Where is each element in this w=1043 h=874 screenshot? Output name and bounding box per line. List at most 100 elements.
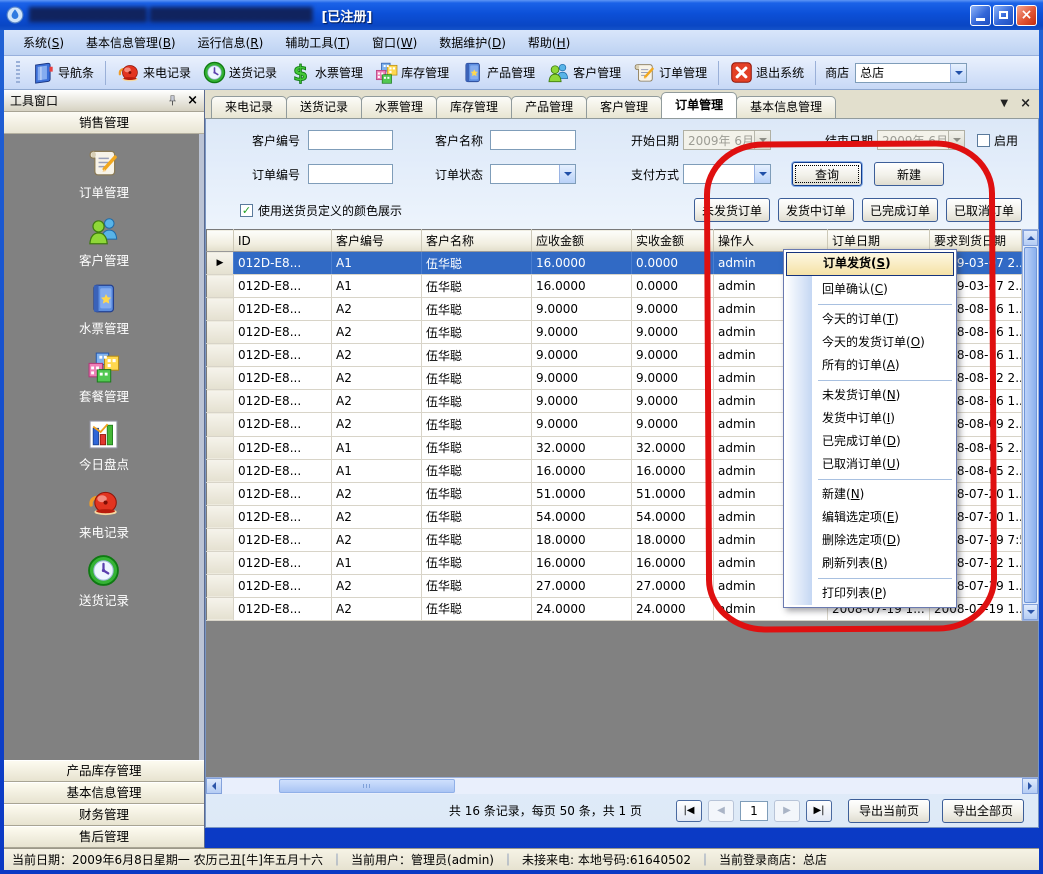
tab-5[interactable]: 客户管理: [586, 96, 662, 118]
sidebar-item-product-book[interactable]: 水票管理: [79, 282, 129, 337]
payment-combo[interactable]: [683, 164, 771, 184]
sidebar-item-customer-people[interactable]: 客户管理: [79, 214, 129, 269]
order-status-filter-button-1[interactable]: 发货中订单: [778, 198, 854, 222]
column-header-2[interactable]: 客户编号: [332, 230, 422, 252]
toolbar-inventory-grid[interactable]: 库存管理: [369, 59, 455, 86]
sidebar-item-call-bell[interactable]: 来电记录: [79, 486, 129, 541]
scroll-right-icon[interactable]: [1022, 778, 1038, 794]
first-page-button[interactable]: |◀: [676, 800, 702, 822]
end-date-picker[interactable]: 2009年 6月 8日: [877, 130, 965, 150]
tab-close-icon[interactable]: ×: [1020, 96, 1031, 111]
toolbar-navigator-book[interactable]: 导航条: [26, 59, 100, 86]
context-menu-item-12[interactable]: 新建(N): [786, 483, 954, 506]
row-selector-cell[interactable]: [207, 459, 234, 482]
menubar-item-W[interactable]: 窗口(W): [361, 31, 428, 55]
row-selector-cell[interactable]: [207, 321, 234, 344]
customer-no-input[interactable]: [308, 130, 393, 150]
tab-list-dropdown-icon[interactable]: ▼: [1000, 98, 1008, 109]
pushpin-icon[interactable]: [166, 94, 179, 107]
context-menu-item-8[interactable]: 发货中订单(I): [786, 407, 954, 430]
sidebar-section-0[interactable]: 产品库存管理: [4, 760, 204, 782]
row-selector-cell[interactable]: [207, 367, 234, 390]
sidebar-item-order-scroll[interactable]: 订单管理: [79, 146, 129, 201]
vertical-scrollbar[interactable]: [1022, 229, 1039, 621]
sidebar-section-1[interactable]: 基本信息管理: [4, 782, 204, 804]
context-menu-item-9[interactable]: 已完成订单(D): [786, 430, 954, 453]
column-header-4[interactable]: 应收金额: [532, 230, 632, 252]
sidebar-section-3[interactable]: 售后管理: [4, 826, 204, 848]
minimize-button-icon[interactable]: [970, 5, 991, 26]
column-header-0[interactable]: [207, 230, 234, 252]
row-selector-cell[interactable]: [207, 482, 234, 505]
tab-1[interactable]: 送货记录: [286, 96, 362, 118]
horizontal-scroll-thumb[interactable]: [279, 779, 455, 793]
context-menu-item-3[interactable]: 今天的订单(T): [786, 308, 954, 331]
context-menu-item-14[interactable]: 删除选定项(D): [786, 529, 954, 552]
customer-name-input[interactable]: [490, 130, 576, 150]
scroll-down-icon[interactable]: [1023, 604, 1038, 620]
new-button[interactable]: 新建: [874, 162, 944, 186]
row-selector-cell[interactable]: [207, 505, 234, 528]
row-selector-cell[interactable]: [207, 528, 234, 551]
menubar-item-T[interactable]: 辅助工具(T): [274, 31, 361, 55]
page-number-input[interactable]: [740, 801, 768, 821]
toolbar-customer-people[interactable]: 客户管理: [541, 59, 627, 86]
order-status-filter-button-3[interactable]: 已取消订单: [946, 198, 1022, 222]
row-selector-cell[interactable]: [207, 298, 234, 321]
tab-7[interactable]: 基本信息管理: [736, 96, 836, 118]
tool-window-close-icon[interactable]: ×: [187, 94, 198, 107]
scroll-left-icon[interactable]: [206, 778, 222, 794]
close-button-icon[interactable]: ×: [1016, 5, 1037, 26]
column-header-3[interactable]: 客户名称: [422, 230, 532, 252]
menubar-item-S[interactable]: 系统(S): [12, 31, 75, 55]
row-selector-cell[interactable]: [207, 275, 234, 298]
next-page-button[interactable]: ▶: [774, 800, 800, 822]
menubar-item-R[interactable]: 运行信息(R): [187, 31, 275, 55]
tab-2[interactable]: 水票管理: [361, 96, 437, 118]
row-selector-cell[interactable]: [207, 413, 234, 436]
query-button[interactable]: 查询: [792, 162, 862, 186]
menubar-item-H[interactable]: 帮助(H): [517, 31, 581, 55]
tab-3[interactable]: 库存管理: [436, 96, 512, 118]
toolbar-delivery-clock[interactable]: 送货记录: [197, 59, 283, 86]
start-date-picker[interactable]: 2009年 6月 8日: [683, 130, 771, 150]
column-header-5[interactable]: 实收金额: [632, 230, 714, 252]
sidebar-scrollbar[interactable]: [199, 134, 204, 760]
row-selector-cell[interactable]: [207, 390, 234, 413]
color-display-checkbox[interactable]: ✓: [240, 204, 253, 217]
prev-page-button[interactable]: ◀: [708, 800, 734, 822]
context-menu-item-13[interactable]: 编辑选定项(E): [786, 506, 954, 529]
sidebar-item-stock-chart[interactable]: 今日盘点: [79, 418, 129, 473]
export-all-pages-button[interactable]: 导出全部页: [942, 799, 1024, 823]
sidebar-item-delivery-clock[interactable]: 送货记录: [79, 554, 129, 609]
context-menu-item-7[interactable]: 未发货订单(N): [786, 384, 954, 407]
menubar-item-B[interactable]: 基本信息管理(B): [75, 31, 187, 55]
order-status-filter-button-2[interactable]: 已完成订单: [862, 198, 938, 222]
scroll-up-icon[interactable]: [1023, 230, 1038, 246]
context-menu-item-10[interactable]: 已取消订单(U): [786, 453, 954, 476]
sidebar-section-sales[interactable]: 销售管理: [4, 112, 204, 134]
enable-checkbox[interactable]: [977, 134, 990, 147]
row-selector-cell[interactable]: [207, 436, 234, 459]
context-menu-item-0[interactable]: 订单发货(S): [786, 252, 954, 276]
order-status-filter-button-0[interactable]: 未发货订单: [694, 198, 770, 222]
toolbar-call-bell[interactable]: 来电记录: [111, 59, 197, 86]
toolbar-product-book[interactable]: 产品管理: [455, 59, 541, 86]
shop-combo[interactable]: 总店: [855, 63, 967, 83]
restore-button-icon[interactable]: [993, 5, 1014, 26]
row-selector-cell[interactable]: ▶: [207, 252, 234, 275]
row-selector-cell[interactable]: [207, 551, 234, 574]
context-menu-item-17[interactable]: 打印列表(P): [786, 582, 954, 605]
last-page-button[interactable]: ▶|: [806, 800, 832, 822]
tab-0[interactable]: 来电记录: [211, 96, 287, 118]
horizontal-scrollbar[interactable]: [206, 777, 1038, 794]
context-menu-item-1[interactable]: 回单确认(C): [786, 278, 954, 301]
tab-6[interactable]: 订单管理: [661, 92, 737, 118]
row-selector-cell[interactable]: [207, 597, 234, 620]
order-no-input[interactable]: [308, 164, 393, 184]
vertical-scroll-thumb[interactable]: [1024, 247, 1037, 603]
row-selector-cell[interactable]: [207, 574, 234, 597]
toolbar-order-scroll[interactable]: 订单管理: [627, 59, 713, 86]
order-status-combo[interactable]: [490, 164, 576, 184]
toolbar-ticket-dollar[interactable]: $水票管理: [283, 59, 369, 86]
